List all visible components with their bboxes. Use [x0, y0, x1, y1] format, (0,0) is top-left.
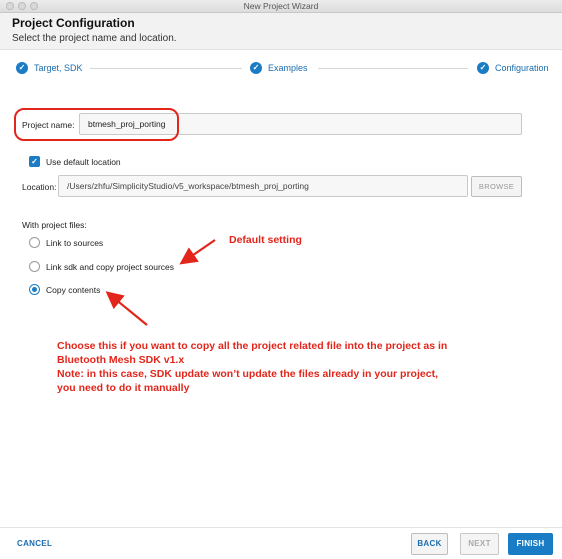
annotation-arrows [105, 239, 216, 326]
copy-contents-arrow [105, 291, 148, 326]
default-setting-arrow [179, 239, 216, 265]
note-line-2: Bluetooth Mesh SDK v1.x [57, 354, 185, 366]
next-button[interactable]: NEXT [460, 533, 499, 555]
note-line-1: Choose this if you want to copy all the … [57, 340, 448, 352]
default-setting-annotation: Default setting [229, 234, 302, 246]
note-line-4: you need to do it manually [57, 382, 190, 394]
cancel-button[interactable]: CANCEL [17, 539, 52, 548]
finish-button[interactable]: FINISH [508, 533, 553, 555]
back-button[interactable]: BACK [411, 533, 448, 555]
note-line-3: Note: in this case, SDK update won’t upd… [57, 368, 438, 380]
